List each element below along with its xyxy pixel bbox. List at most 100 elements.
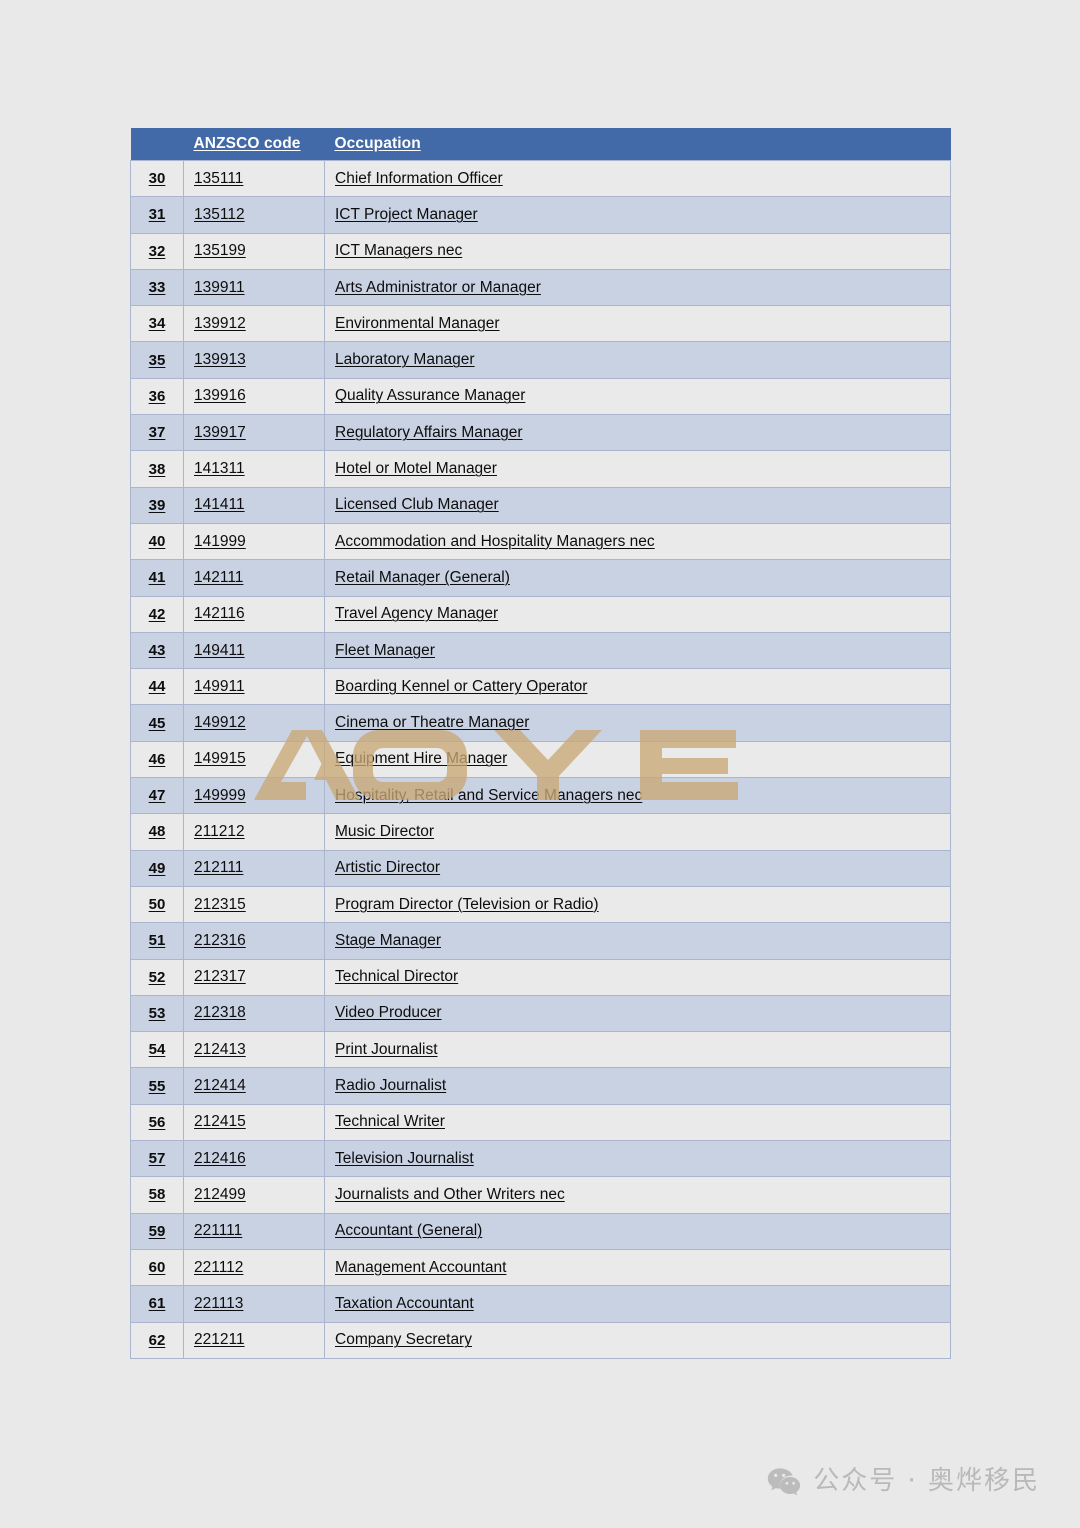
occupation-name-cell: Music Director [324,813,951,851]
occupation-name-cell-label: Cinema or Theatre Manager [335,714,530,732]
occupation-name-cell: Program Director (Television or Radio) [324,885,951,924]
anzsco-code-cell-label: 212416 [194,1149,246,1167]
footer-attribution: 公众号 · 奥烨移民 [0,1458,1080,1504]
table-row: 51 212316 Stage Manager [130,922,951,960]
table-row: 47 149999 Hospitality, Retail and Service … [130,777,951,815]
row-index-cell: 62 [130,1321,184,1359]
occupation-name-cell-label: Environmental Manager [335,314,500,332]
anzsco-code-cell: 221112 [183,1248,325,1287]
anzsco-code-cell: 212318 [183,994,325,1033]
occupation-name-cell-label: Chief Information Officer [335,169,503,187]
anzsco-code-cell-label: 141999 [194,532,246,550]
row-index-cell: 43 [130,631,184,670]
row-index-cell-label: 37 [148,424,166,442]
occupation-name-cell-label: ICT Project Manager [335,205,478,223]
occupation-name-cell-label: Stage Manager [335,931,441,949]
row-index-cell: 39 [130,486,184,524]
row-index-cell-label: 52 [148,968,166,986]
row-index-cell: 32 [130,232,184,270]
row-index-cell: 59 [130,1212,184,1250]
table-row: 38 141311 Hotel or Motel Manager [130,450,951,488]
row-index-cell: 57 [130,1140,184,1178]
occupation-name-cell-label: Taxation Accountant [335,1294,474,1312]
table-row: 58 212499 Journalists and Other Writers ne… [130,1176,951,1214]
occupation-name-cell-label: Journalists and Other Writers nec [335,1185,565,1203]
table-row: 57 212416 Television Journalist [130,1140,951,1178]
occupation-name-cell: ICT Project Manager [324,196,951,234]
anzsco-occupation-table-container: ANZSCO code Occupation 30 135111 Chief Inf… [130,128,951,1359]
occupation-name-cell: Technical Writer [324,1103,951,1142]
occupation-name-cell-label: Laboratory Manager [335,351,475,369]
row-index-cell: 31 [130,196,184,234]
anzsco-code-cell-label: 212318 [194,1004,246,1022]
table-row: 40 141999 Accommodation and Hospitality Ma… [130,522,951,561]
anzsco-code-cell-label: 221211 [194,1331,245,1349]
anzsco-code-cell-label: 139912 [194,314,246,332]
occupation-name-cell-label: Television Journalist [335,1149,474,1167]
occupation-name-cell: Television Journalist [324,1140,951,1178]
anzsco-code-cell: 149999 [183,777,325,815]
anzsco-code-cell: 139916 [183,377,325,416]
occupation-name-cell: Taxation Accountant [324,1285,951,1323]
occupation-name-cell-label: Fleet Manager [335,641,435,659]
anzsco-code-cell-label: 212415 [194,1113,246,1131]
row-index-cell: 58 [130,1176,184,1214]
anzsco-code-cell-label: 149999 [194,786,246,804]
occupation-name-cell: Stage Manager [324,922,951,960]
anzsco-code-cell: 139913 [183,341,325,379]
occupation-name-cell: Technical Director [324,958,951,996]
occupation-name-cell-label: Program Director (Television or Radio) [335,895,599,913]
occupation-name-cell-label: Hotel or Motel Manager [335,460,497,478]
table-row: 49 212111 Artistic Director [130,849,951,887]
row-index-cell-label: 53 [148,1004,166,1022]
occupation-name-cell: Radio Journalist [324,1067,951,1105]
anzsco-code-cell: 221211 [183,1321,325,1359]
occupation-name-cell: Hospitality, Retail and Service Managers… [324,777,951,815]
occupation-name-cell-label: Management Accountant [335,1258,507,1276]
row-index-cell: 53 [130,994,184,1033]
anzsco-code-cell-label: 141311 [194,460,245,478]
occupation-name-cell: Quality Assurance Manager [324,377,951,416]
table-row: 46 149915 Equipment Hire Manager [130,740,951,779]
row-index-cell-label: 43 [148,642,166,659]
row-index-cell-label: 48 [148,823,166,841]
row-index-cell: 48 [130,813,184,851]
anzsco-code-cell: 149411 [183,631,325,670]
row-index-cell-label: 42 [148,605,166,623]
wechat-logo-icon [768,1468,801,1496]
row-index-cell-label: 49 [148,859,166,877]
occupation-name-cell: Laboratory Manager [324,341,951,379]
column-header-anzsco-code-label: ANZSCO code [193,135,301,152]
row-index-cell: 35 [130,341,184,379]
anzsco-code-cell: 221113 [183,1285,325,1323]
anzsco-code-cell: 212414 [183,1067,325,1105]
occupation-name-cell: Company Secretary [324,1321,951,1359]
anzsco-code-cell-label: 149912 [194,714,246,732]
anzsco-code-cell: 142116 [183,595,325,633]
table-header-row: ANZSCO code Occupation [130,128,951,161]
row-index-cell: 60 [130,1248,184,1287]
table-row: 50 212315 Program Director (Television or … [130,885,951,924]
occupation-name-cell-label: Print Journalist [335,1040,438,1058]
anzsco-code-cell-label: 212414 [194,1077,246,1095]
row-index-cell: 42 [130,595,184,633]
row-index-cell-label: 47 [148,787,166,805]
occupation-name-cell-label: Technical Director [335,968,459,986]
anzsco-code-cell-label: 135112 [194,205,245,223]
table-row: 42 142116 Travel Agency Manager [130,595,951,633]
anzsco-code-cell: 212315 [183,885,325,924]
occupation-name-cell: Video Producer [324,994,951,1033]
occupation-name-cell-label: Accommodation and Hospitality Managers n… [335,532,655,550]
row-index-cell-label: 46 [148,750,166,768]
row-index-cell-label: 54 [148,1041,166,1059]
table-row: 37 139917 Regulatory Affairs Manager [130,414,951,452]
anzsco-code-cell: 142111 [183,559,325,597]
row-index-cell: 47 [130,777,184,815]
anzsco-code-cell: 141999 [183,522,325,561]
occupation-name-cell: Environmental Manager [324,305,951,343]
anzsco-code-cell-label: 149915 [194,750,246,768]
anzsco-code-cell-label: 139913 [194,351,246,369]
table-row: 31 135112 ICT Project Manager [130,196,951,234]
row-index-cell-label: 34 [148,315,166,333]
occupation-name-cell: Licensed Club Manager [324,486,951,524]
